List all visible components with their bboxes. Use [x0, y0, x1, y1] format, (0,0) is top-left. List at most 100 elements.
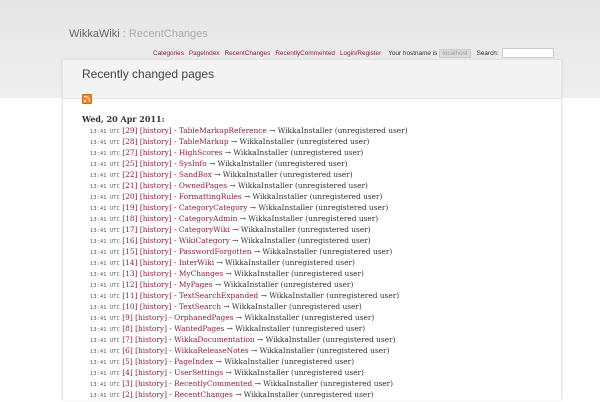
page-link[interactable]: CategoryAdmin — [179, 214, 238, 223]
change-author[interactable]: WikkaInstaller (unregistered user) — [238, 181, 368, 190]
history-link[interactable]: history — [143, 148, 169, 157]
rss-feed-icon[interactable] — [82, 94, 92, 104]
page-link[interactable]: WantedPages — [174, 324, 224, 333]
menu-recentlycommented[interactable]: RecentlyCommented — [275, 50, 335, 57]
change-author[interactable]: WikkaInstaller (unregistered user) — [241, 236, 371, 245]
revision-link[interactable]: [12] — [122, 280, 137, 289]
page-link[interactable]: MyChanges — [179, 269, 223, 278]
history-link[interactable]: history — [143, 247, 169, 256]
revision-link[interactable]: [5] — [122, 357, 132, 366]
page-link[interactable]: SysInfo — [179, 159, 207, 168]
history-link[interactable]: history — [138, 313, 164, 322]
change-author[interactable]: WikkaInstaller (unregistered user) — [234, 368, 364, 377]
revision-link[interactable]: [4] — [122, 368, 132, 377]
history-link[interactable]: history — [143, 159, 169, 168]
history-link[interactable]: history — [138, 346, 164, 355]
page-link[interactable]: PageIndex — [174, 357, 213, 366]
history-link[interactable]: history — [143, 225, 169, 234]
page-link[interactable]: RecentChanges — [174, 390, 233, 399]
history-link[interactable]: history — [143, 214, 169, 223]
page-link[interactable]: PasswordForgotten — [179, 247, 252, 256]
page-link[interactable]: RecentlyCommented — [174, 379, 252, 388]
revision-link[interactable]: [25] — [122, 159, 137, 168]
revision-link[interactable]: [7] — [122, 335, 132, 344]
change-author[interactable]: WikkaInstaller (unregistered user) — [244, 313, 374, 322]
change-author[interactable]: WikkaInstaller (unregistered user) — [262, 247, 392, 256]
revision-link[interactable]: [14] — [122, 258, 137, 267]
revision-link[interactable]: [10] — [122, 302, 137, 311]
page-link[interactable]: InterWiki — [179, 258, 214, 267]
history-link[interactable]: history — [138, 357, 164, 366]
change-author[interactable]: WikkaInstaller (unregistered user) — [218, 159, 348, 168]
page-link[interactable]: UserSettings — [174, 368, 223, 377]
history-link[interactable]: history — [143, 181, 169, 190]
menu-categories[interactable]: Categories — [153, 50, 184, 57]
history-link[interactable]: history — [143, 126, 169, 135]
revision-link[interactable]: [2] — [122, 390, 132, 399]
page-link[interactable]: TextSearch — [179, 302, 221, 311]
change-author[interactable]: WikkaInstaller (unregistered user) — [253, 192, 383, 201]
history-link[interactable]: history — [143, 302, 169, 311]
change-author[interactable]: WikkaInstaller (unregistered user) — [260, 346, 390, 355]
revision-link[interactable]: [27] — [122, 148, 137, 157]
history-link[interactable]: history — [143, 192, 169, 201]
history-link[interactable]: history — [138, 324, 164, 333]
current-page-name[interactable]: RecentChanges — [129, 28, 208, 40]
change-author[interactable]: WikkaInstaller (unregistered user) — [263, 379, 393, 388]
revision-link[interactable]: [18] — [122, 214, 137, 223]
page-link[interactable]: OwnedPages — [179, 181, 227, 190]
page-link[interactable]: TableMarkupReference — [179, 126, 267, 135]
change-author[interactable]: WikkaInstaller (unregistered user) — [223, 170, 353, 179]
history-link[interactable]: history — [143, 280, 169, 289]
revision-link[interactable]: [21] — [122, 181, 137, 190]
change-author[interactable]: WikkaInstaller (unregistered user) — [235, 324, 365, 333]
page-link[interactable]: CategoryWiki — [179, 225, 230, 234]
revision-link[interactable]: [17] — [122, 225, 137, 234]
history-link[interactable]: history — [138, 335, 164, 344]
history-link[interactable]: history — [138, 379, 164, 388]
change-author[interactable]: WikkaInstaller (unregistered user) — [233, 148, 363, 157]
page-link[interactable]: WikkaDocumentation — [174, 335, 255, 344]
menu-login-register[interactable]: Login/Register — [340, 50, 381, 57]
history-link[interactable]: history — [143, 258, 169, 267]
page-link[interactable]: TableMarkup — [179, 137, 229, 146]
history-link[interactable]: history — [143, 203, 169, 212]
change-author[interactable]: WikkaInstaller (unregistered user) — [234, 269, 364, 278]
history-link[interactable]: history — [143, 291, 169, 300]
history-link[interactable]: history — [138, 390, 164, 399]
search-input[interactable] — [501, 48, 554, 58]
page-link[interactable]: MyPages — [179, 280, 213, 289]
revision-link[interactable]: [29] — [122, 126, 137, 135]
revision-link[interactable]: [15] — [122, 247, 137, 256]
revision-link[interactable]: [28] — [122, 137, 137, 146]
page-link[interactable]: SandBox — [179, 170, 212, 179]
site-name[interactable]: WikkaWiki — [69, 28, 120, 40]
history-link[interactable]: history — [143, 170, 169, 179]
page-link[interactable]: FormattingRules — [179, 192, 242, 201]
revision-link[interactable]: [16] — [122, 236, 137, 245]
page-link[interactable]: WikiCategory — [179, 236, 230, 245]
change-author[interactable]: WikkaInstaller (unregistered user) — [248, 214, 378, 223]
history-link[interactable]: history — [143, 236, 169, 245]
revision-link[interactable]: [9] — [122, 313, 132, 322]
page-link[interactable]: OrphanedPages — [174, 313, 233, 322]
change-author[interactable]: WikkaInstaller (unregistered user) — [244, 390, 374, 399]
revision-link[interactable]: [19] — [122, 203, 137, 212]
revision-link[interactable]: [13] — [122, 269, 137, 278]
change-author[interactable]: WikkaInstaller (unregistered user) — [223, 280, 353, 289]
page-link[interactable]: CategoryCategory — [179, 203, 248, 212]
change-author[interactable]: WikkaInstaller (unregistered user) — [225, 258, 355, 267]
revision-link[interactable]: [3] — [122, 379, 132, 388]
history-link[interactable]: history — [143, 269, 169, 278]
revision-link[interactable]: [6] — [122, 346, 132, 355]
change-author[interactable]: WikkaInstaller (unregistered user) — [266, 335, 396, 344]
revision-link[interactable]: [11] — [122, 291, 137, 300]
change-author[interactable]: WikkaInstaller (unregistered user) — [241, 225, 371, 234]
change-author[interactable]: WikkaInstaller (unregistered user) — [258, 203, 388, 212]
menu-recentchanges[interactable]: RecentChanges — [224, 50, 270, 57]
history-link[interactable]: history — [143, 137, 169, 146]
page-link[interactable]: TextSearchExpanded — [179, 291, 258, 300]
revision-link[interactable]: [22] — [122, 170, 137, 179]
change-author[interactable]: WikkaInstaller (unregistered user) — [224, 357, 354, 366]
change-author[interactable]: WikkaInstaller (unregistered user) — [232, 302, 362, 311]
